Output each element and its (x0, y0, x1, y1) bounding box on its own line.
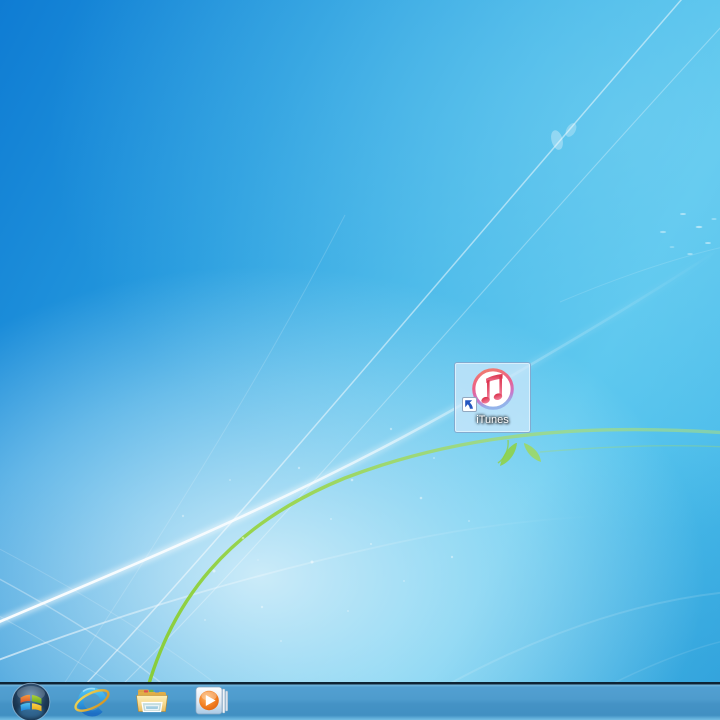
desktop-icon-label: iTunes (476, 414, 509, 426)
itunes-icon (461, 365, 517, 413)
start-button[interactable] (8, 682, 62, 720)
desktop-icon-itunes[interactable]: iTunes (454, 362, 531, 433)
internet-explorer-icon (74, 687, 110, 717)
wallpaper-art (0, 0, 720, 720)
desktop[interactable]: iTunes (0, 0, 720, 720)
taskbar-item-windows-explorer[interactable] (122, 682, 182, 720)
taskbar-item-windows-media-player[interactable] (182, 682, 242, 720)
taskbar-item-internet-explorer[interactable] (62, 682, 122, 720)
folder-icon (136, 689, 168, 713)
taskbar (0, 682, 720, 720)
windows-logo-icon (11, 682, 51, 720)
media-player-icon (195, 686, 228, 715)
shortcut-arrow-icon (461, 397, 477, 412)
